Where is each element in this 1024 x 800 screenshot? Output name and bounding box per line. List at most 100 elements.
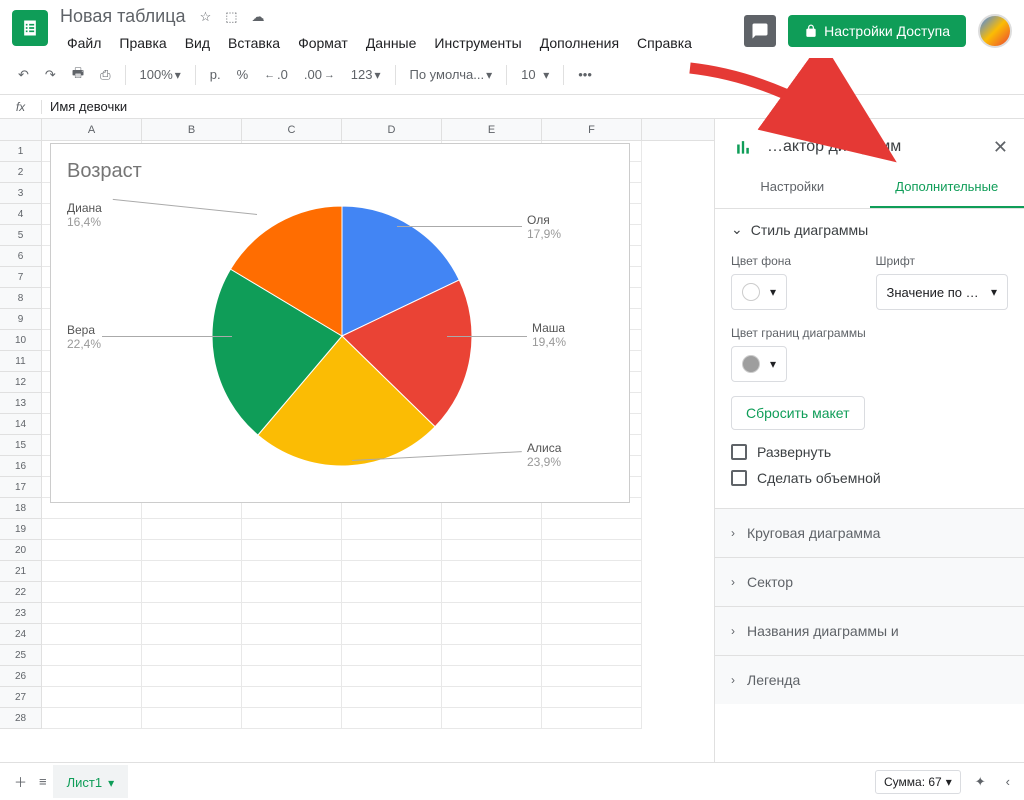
- cell[interactable]: [442, 624, 542, 645]
- cell[interactable]: [242, 519, 342, 540]
- row-header[interactable]: 6: [0, 246, 42, 267]
- font-select[interactable]: По умолча... ▾: [404, 63, 499, 86]
- cell[interactable]: [442, 603, 542, 624]
- side-panel-toggle[interactable]: ‹: [1000, 770, 1016, 793]
- menu-file[interactable]: Файл: [60, 31, 108, 55]
- row-header[interactable]: 25: [0, 645, 42, 666]
- cell[interactable]: [42, 561, 142, 582]
- font-size-select[interactable]: 10 ▾: [515, 63, 555, 86]
- menu-data[interactable]: Данные: [359, 31, 424, 55]
- all-sheets-button[interactable]: ≡: [33, 770, 53, 793]
- row-header[interactable]: 5: [0, 225, 42, 246]
- increase-decimal-button[interactable]: .00→: [298, 63, 341, 86]
- row-header[interactable]: 14: [0, 414, 42, 435]
- reset-layout-button[interactable]: Сбросить макет: [731, 396, 865, 430]
- cell[interactable]: [242, 561, 342, 582]
- row-header[interactable]: 18: [0, 498, 42, 519]
- cell[interactable]: [442, 519, 542, 540]
- section-legend[interactable]: ›Легенда: [715, 655, 1024, 704]
- move-icon[interactable]: ⬚: [225, 9, 237, 25]
- cell[interactable]: [342, 540, 442, 561]
- row-header[interactable]: 17: [0, 477, 42, 498]
- cell[interactable]: [42, 687, 142, 708]
- cell[interactable]: [142, 582, 242, 603]
- formula-input[interactable]: Имя девочки: [42, 99, 1024, 114]
- cell[interactable]: [242, 582, 342, 603]
- cell[interactable]: [542, 624, 642, 645]
- menu-view[interactable]: Вид: [178, 31, 217, 55]
- menu-format[interactable]: Формат: [291, 31, 355, 55]
- cell[interactable]: [342, 582, 442, 603]
- tab-customize[interactable]: Дополнительные: [870, 167, 1024, 208]
- more-toolbar-button[interactable]: •••: [572, 63, 598, 86]
- cloud-icon[interactable]: ☁: [252, 9, 265, 25]
- border-color-picker[interactable]: ▾: [731, 346, 787, 382]
- cell[interactable]: [542, 561, 642, 582]
- cell[interactable]: [542, 645, 642, 666]
- section-titles[interactable]: ›Названия диаграммы и: [715, 606, 1024, 655]
- spreadsheet-grid[interactable]: A B C D E F 1234567891011121314151617181…: [0, 119, 714, 779]
- cell[interactable]: [142, 708, 242, 729]
- maximize-checkbox[interactable]: Развернуть: [731, 444, 1008, 460]
- cell[interactable]: [342, 708, 442, 729]
- row-header[interactable]: 12: [0, 372, 42, 393]
- cell[interactable]: [242, 666, 342, 687]
- row-header[interactable]: 3: [0, 183, 42, 204]
- cell[interactable]: [342, 561, 442, 582]
- cell[interactable]: [342, 645, 442, 666]
- cell[interactable]: [42, 708, 142, 729]
- cell[interactable]: [442, 645, 542, 666]
- menu-edit[interactable]: Правка: [112, 31, 173, 55]
- cell[interactable]: [342, 519, 442, 540]
- user-avatar[interactable]: [978, 14, 1012, 48]
- cell[interactable]: [342, 687, 442, 708]
- cell[interactable]: [542, 519, 642, 540]
- row-header[interactable]: 27: [0, 687, 42, 708]
- row-header[interactable]: 26: [0, 666, 42, 687]
- row-header[interactable]: 15: [0, 435, 42, 456]
- cell[interactable]: [542, 666, 642, 687]
- sheets-logo[interactable]: [12, 10, 48, 46]
- row-header[interactable]: 4: [0, 204, 42, 225]
- row-header[interactable]: 20: [0, 540, 42, 561]
- cell[interactable]: [142, 666, 242, 687]
- cell[interactable]: [142, 519, 242, 540]
- cell[interactable]: [442, 666, 542, 687]
- redo-button[interactable]: ↷: [39, 63, 62, 87]
- cell[interactable]: [342, 624, 442, 645]
- row-header[interactable]: 11: [0, 351, 42, 372]
- menu-addons[interactable]: Дополнения: [533, 31, 626, 55]
- currency-button[interactable]: р.: [204, 63, 227, 86]
- cell[interactable]: [142, 561, 242, 582]
- col-header[interactable]: C: [242, 119, 342, 140]
- cell[interactable]: [542, 708, 642, 729]
- cell[interactable]: [42, 603, 142, 624]
- decrease-decimal-button[interactable]: ←.0: [258, 63, 294, 86]
- cell[interactable]: [342, 666, 442, 687]
- cell[interactable]: [242, 645, 342, 666]
- cell[interactable]: [542, 603, 642, 624]
- cell[interactable]: [242, 687, 342, 708]
- star-icon[interactable]: ☆: [200, 9, 212, 25]
- row-header[interactable]: 1: [0, 141, 42, 162]
- row-header[interactable]: 13: [0, 393, 42, 414]
- row-header[interactable]: 10: [0, 330, 42, 351]
- cell[interactable]: [42, 666, 142, 687]
- cell[interactable]: [342, 603, 442, 624]
- section-pie-chart[interactable]: ›Круговая диаграмма: [715, 508, 1024, 557]
- three-d-checkbox[interactable]: Сделать объемной: [731, 470, 1008, 486]
- row-header[interactable]: 24: [0, 624, 42, 645]
- cell[interactable]: [142, 687, 242, 708]
- bg-color-picker[interactable]: ▾: [731, 274, 787, 310]
- row-header[interactable]: 28: [0, 708, 42, 729]
- col-header[interactable]: D: [342, 119, 442, 140]
- cell[interactable]: [42, 582, 142, 603]
- section-slice[interactable]: ›Сектор: [715, 557, 1024, 606]
- font-select-panel[interactable]: Значение по …▾: [876, 274, 1009, 310]
- cell[interactable]: [442, 708, 542, 729]
- menu-insert[interactable]: Вставка: [221, 31, 287, 55]
- cell[interactable]: [242, 540, 342, 561]
- cell[interactable]: [142, 624, 242, 645]
- row-header[interactable]: 21: [0, 561, 42, 582]
- cell[interactable]: [442, 540, 542, 561]
